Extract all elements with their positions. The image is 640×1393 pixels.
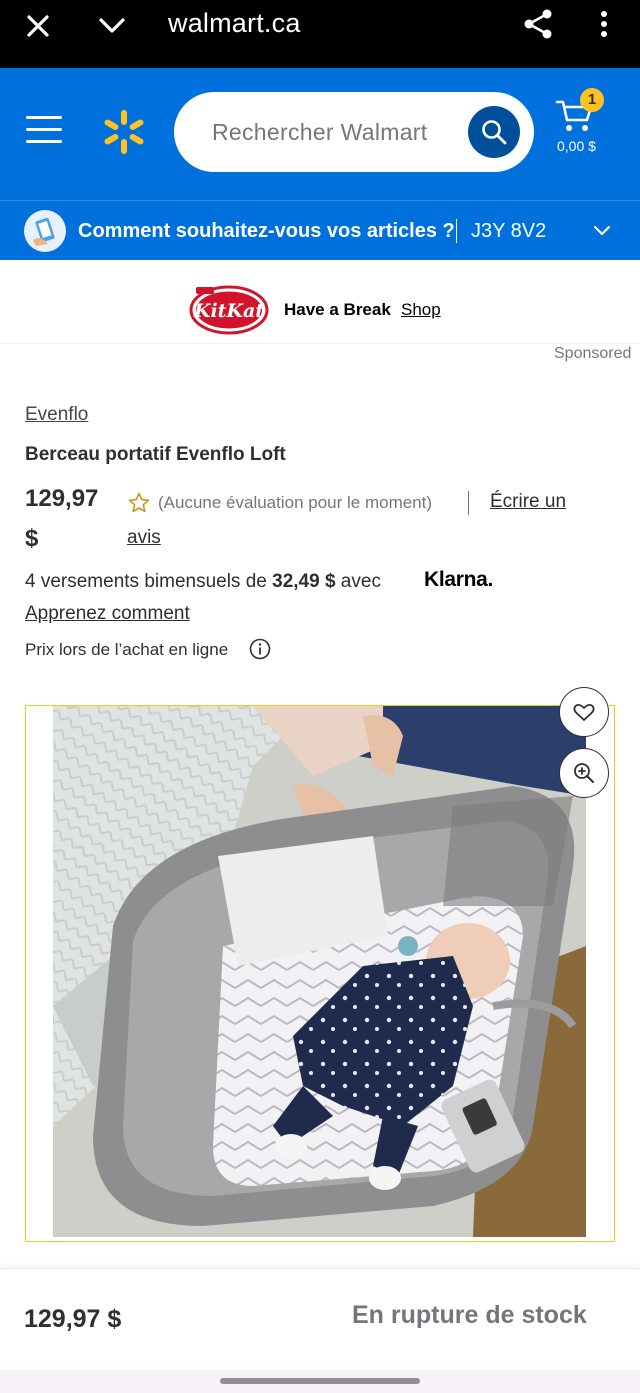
home-indicator[interactable] — [220, 1378, 420, 1384]
rating-status: (Aucune évaluation pour le moment) — [158, 493, 433, 512]
share-icon[interactable] — [520, 6, 556, 42]
site-header: Rechercher Walmart 1 0,00 $ — [0, 68, 640, 200]
out-of-stock-status: En rupture de stock — [352, 1301, 587, 1329]
more-vertical-icon[interactable] — [592, 8, 616, 40]
search-input[interactable]: Rechercher Walmart — [174, 92, 534, 172]
browser-toolbar: walmart.ca — [0, 0, 640, 68]
installment-text: 4 versements bimensuels de — [25, 571, 273, 592]
info-icon[interactable] — [249, 638, 271, 660]
svg-text:KitKat: KitKat — [193, 300, 264, 322]
search-button[interactable] — [468, 106, 520, 158]
search-icon — [482, 120, 507, 145]
zoom-in-icon — [574, 763, 594, 783]
heart-icon — [573, 703, 595, 721]
divider — [456, 219, 457, 243]
postal-code: J3Y 8V2 — [471, 220, 547, 242]
installment-amount: 32,49 $ — [272, 571, 336, 592]
klarna-logo: Klarna. — [424, 568, 494, 591]
cart-button[interactable]: 1 0,00 $ — [555, 88, 619, 160]
divider — [468, 491, 469, 515]
installment-suffix: avec — [335, 571, 381, 592]
cart-count-badge: 1 — [580, 88, 604, 112]
product-title: Berceau portatif Evenflo Loft — [25, 444, 286, 465]
phone-delivery-icon — [24, 210, 66, 252]
browser-url[interactable]: walmart.ca — [168, 8, 301, 39]
write-review-link-cont[interactable]: avis — [127, 527, 161, 549]
sponsor-tagline: Have a Break — [284, 300, 391, 319]
sponsor-shop-link[interactable]: Shop — [401, 300, 441, 320]
search-placeholder: Rechercher Walmart — [212, 119, 428, 145]
product-price: 129,97 — [25, 485, 99, 512]
sponsored-label: Sponsored — [554, 345, 632, 362]
product-image[interactable] — [53, 706, 586, 1237]
chevron-down-icon — [593, 225, 611, 236]
zoom-button[interactable] — [559, 748, 609, 798]
chevron-down-icon[interactable] — [96, 10, 128, 42]
sponsored-banner[interactable]: KitKat Have a Break Shop — [0, 262, 640, 344]
star-outline-icon — [128, 492, 150, 513]
kitkat-logo: KitKat — [189, 285, 269, 335]
menu-icon[interactable] — [26, 116, 62, 146]
online-price-note: Prix lors de l’achat en ligne — [25, 640, 229, 659]
write-review-link[interactable]: Écrire un — [490, 491, 566, 513]
installment-info: 4 versements bimensuels de 32,49 $ avec — [25, 571, 381, 593]
learn-more-link[interactable]: Apprenez comment — [25, 603, 190, 625]
brand-link[interactable]: Evenflo — [25, 404, 88, 426]
cart-total: 0,00 $ — [557, 138, 596, 154]
walmart-spark-logo[interactable] — [100, 108, 148, 156]
sticky-price: 129,97 $ — [24, 1305, 122, 1333]
product-price-currency: $ — [25, 525, 39, 552]
fulfillment-prompt: Comment souhaitez-vous vos articles ? — [78, 220, 455, 242]
gesture-bar — [0, 1370, 640, 1393]
favorite-button[interactable] — [559, 687, 609, 737]
close-icon[interactable] — [22, 10, 54, 42]
fulfillment-selector[interactable]: Comment souhaitez-vous vos articles ? J3… — [0, 200, 640, 260]
sticky-purchase-bar: 129,97 $ En rupture de stock — [0, 1268, 640, 1370]
